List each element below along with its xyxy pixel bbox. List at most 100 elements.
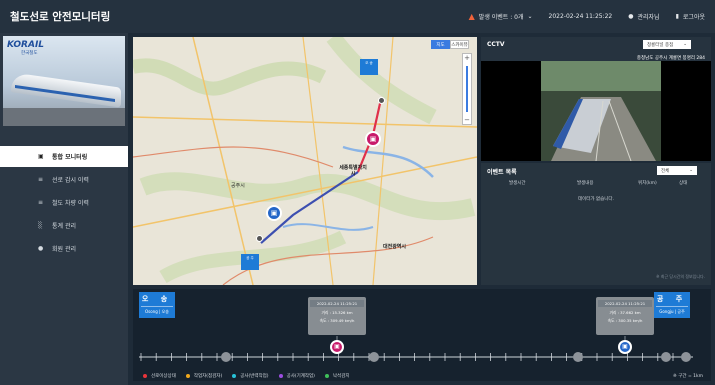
zoom-in-button[interactable]: + <box>463 54 471 62</box>
legend-label: 선로이상상태 <box>151 374 176 379</box>
scale-note: ※ 구간 = 1km <box>673 374 703 379</box>
legend-item: 공사(반력작업) <box>232 373 269 379</box>
sidebar-menu: ▣ 통합 모니터링 ≡ 선로 감시 이력 ≡ 철도 차량 이력 ░ 통계 관리 … <box>0 146 128 261</box>
sidebar-item-track-history[interactable]: ≡ 선로 감시 이력 <box>0 169 128 190</box>
event-table-header: 발생시간 발생내용 위치(km) 상태 <box>481 177 711 189</box>
camera-marker[interactable] <box>256 235 263 242</box>
city-label-daejeon: 대전광역시 <box>383 244 407 250</box>
sidebar-item-label: 선로 감시 이력 <box>52 177 89 184</box>
top-bar: 철도선로 안전모니터링 ▲ 발생 이벤트 : 0개 ⌄ 2022-02-24 1… <box>0 0 715 33</box>
top-right-controls: ▲ 발생 이벤트 : 0개 ⌄ 2022-02-24 11:25:22 ● 관리… <box>453 12 705 21</box>
zoom-control[interactable]: + − <box>462 53 472 125</box>
cctv-panel: CCTV 청룡터널 종점 ⌄ 충청남도 공주시 계룡면 봉명리 284 <box>481 37 711 161</box>
logout-icon: ▮ <box>675 13 679 20</box>
user-icon: ● <box>628 13 634 20</box>
train-marker-blue[interactable]: ▣ <box>266 205 282 221</box>
route-map[interactable]: 세종특별자치시 공주시 대전광역시 오 송 공 주 ▣ ▣ 지도 스카이뷰 + … <box>133 37 477 285</box>
zoom-slider[interactable] <box>466 66 468 112</box>
train-marker-magenta[interactable]: ▣ <box>365 131 381 147</box>
bar-chart-icon: ░ <box>38 222 43 229</box>
legend-label: 공사(기계작업) <box>286 374 315 379</box>
station-marker-oseong[interactable]: 오 송 <box>360 59 378 75</box>
sidebar-item-label: 철도 차량 이력 <box>52 200 89 207</box>
legend-label: 낙석감지 <box>332 374 350 379</box>
column-header: 발생시간 <box>509 181 526 186</box>
zoom-out-button[interactable]: − <box>463 116 471 124</box>
camera-marker[interactable] <box>681 352 691 362</box>
cctv-video[interactable] <box>481 61 711 161</box>
sidebar-item-label: 통합 모니터링 <box>52 154 88 161</box>
logout-label: 로그아웃 <box>682 14 705 21</box>
legend-dot <box>324 374 329 378</box>
sidebar-item-vehicle-history[interactable]: ≡ 철도 차량 이력 <box>0 192 128 213</box>
event-count: 발생 이벤트 : 0개 <box>478 14 524 21</box>
korail-logo-sub: 한국철도 <box>21 51 38 56</box>
monitor-icon: ▣ <box>38 153 44 160</box>
logo-banner: KORAIL 한국철도 <box>3 36 125 126</box>
track-image <box>3 108 125 126</box>
cctv-select[interactable]: 청룡터널 종점 ⌄ <box>643 40 691 49</box>
event-empty-message: 데이터가 없습니다. <box>578 197 614 202</box>
legend-item: 선로이상상태 <box>143 373 176 379</box>
train-marker-magenta[interactable]: ▣ <box>330 340 344 354</box>
list-icon: ≡ <box>38 176 44 183</box>
sidebar-item-members[interactable]: ● 회원 관리 <box>0 238 128 259</box>
sidebar-item-integrated-monitoring[interactable]: ▣ 통합 모니터링 <box>0 146 128 167</box>
route-track <box>139 336 693 361</box>
legend-dot <box>232 374 237 378</box>
event-legend: 선로이상상태 작업자(점검자) 공사(반력작업) 공사(기계작업) 낙석감지 <box>143 373 359 379</box>
event-dropdown[interactable]: ▲ 발생 이벤트 : 0개 ⌄ <box>469 12 533 21</box>
sidebar: KORAIL 한국철도 ▣ 통합 모니터링 ≡ 선로 감시 이력 ≡ 철도 차량… <box>0 33 128 385</box>
event-list-panel: 이벤트 목록 전체 ⌄ 발생시간 발생내용 위치(km) 상태 데이터가 없습니… <box>481 163 711 285</box>
legend-item: 공사(기계작업) <box>278 373 315 379</box>
cctv-title: CCTV <box>487 41 505 48</box>
city-label-gongju: 공주시 <box>231 183 245 189</box>
route-progress-panel: 오 송 Osong | 오송 공 주 Gongju | 공주 2022-02-2… <box>133 289 711 381</box>
camera-marker[interactable] <box>378 97 385 104</box>
current-datetime: 2022-02-24 11:25:22 <box>548 13 613 20</box>
legend-item: 낙석감지 <box>324 373 350 379</box>
legend-dot <box>185 374 190 378</box>
cctv-frame <box>481 61 711 161</box>
station-marker-gongju[interactable]: 공 주 <box>241 254 259 270</box>
map-type-toggle: 지도 스카이뷰 <box>431 40 469 49</box>
camera-marker[interactable] <box>369 352 379 362</box>
map-type-map-button[interactable]: 지도 <box>431 40 450 49</box>
city-label-sejong: 세종특별자치시 <box>339 165 367 177</box>
legend-item: 작업자(점검자) <box>185 373 223 379</box>
event-filter-select[interactable]: 전체 ⌄ <box>657 166 697 175</box>
chevron-down-icon: ⌄ <box>683 42 687 47</box>
event-note: ※ 최근 당시간의 정보입니다. <box>656 274 705 279</box>
logout-button[interactable]: ▮ 로그아웃 <box>676 12 705 21</box>
column-header: 상태 <box>679 181 688 186</box>
event-list-title: 이벤트 목록 <box>487 169 517 176</box>
station-marker-label: 공 주 <box>246 256 254 260</box>
bell-icon: ▲ <box>468 12 475 21</box>
cctv-select-value: 청룡터널 종점 <box>647 42 674 48</box>
camera-marker[interactable] <box>221 352 231 362</box>
legend-dot <box>278 374 283 378</box>
legend-label: 작업자(점검자) <box>193 374 223 379</box>
camera-marker[interactable] <box>661 352 671 362</box>
korail-logo: KORAIL <box>7 40 45 50</box>
chevron-down-icon: ⌄ <box>527 13 533 20</box>
column-header: 발생내용 <box>577 181 594 186</box>
station-marker-label: 오 송 <box>365 61 373 65</box>
train-image <box>11 72 121 108</box>
map-type-satellite-button[interactable]: 스카이뷰 <box>450 40 469 49</box>
map-canvas <box>133 37 477 285</box>
chevron-down-icon: ⌄ <box>689 168 693 173</box>
legend-dot <box>143 374 147 378</box>
user-icon: ● <box>38 245 44 252</box>
sidebar-item-label: 통계 관리 <box>52 223 76 230</box>
camera-marker[interactable] <box>573 352 583 362</box>
sidebar-item-label: 회원 관리 <box>52 246 76 253</box>
sidebar-item-statistics[interactable]: ░ 통계 관리 <box>0 215 128 236</box>
train-marker-blue[interactable]: ▣ <box>618 340 632 354</box>
event-filter-value: 전체 <box>661 168 670 174</box>
legend-label: 공사(반력작업) <box>240 374 269 379</box>
app-title: 철도선로 안전모니터링 <box>10 11 111 23</box>
column-header: 위치(km) <box>638 181 657 186</box>
list-icon: ≡ <box>38 199 44 206</box>
user-menu[interactable]: ● 관리자님 <box>628 12 659 21</box>
